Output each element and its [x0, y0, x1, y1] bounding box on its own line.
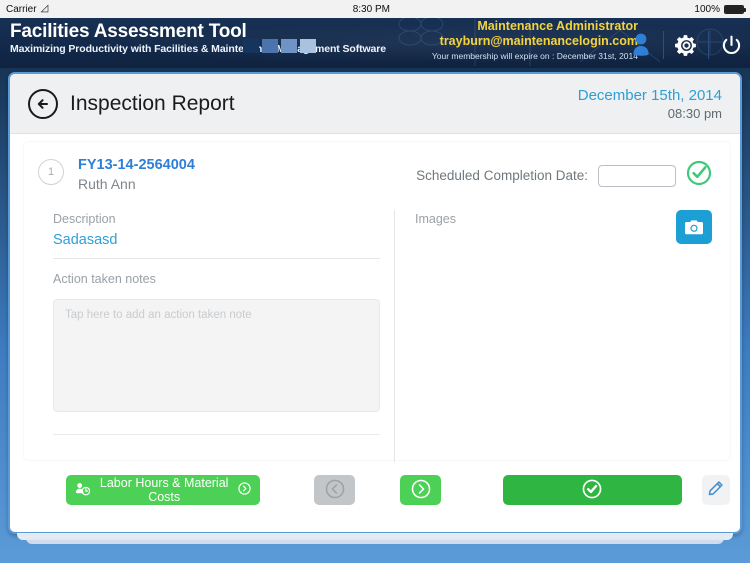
work-order-header-row: 1 FY13-14-2564004 Ruth Ann Scheduled Com…	[24, 142, 730, 194]
status-bar-clock: 8:30 PM	[352, 3, 390, 15]
battery-percent-label: 100%	[694, 3, 720, 15]
app-subtitle: Maximizing Productivity with Facilities …	[10, 43, 387, 55]
action-notes-input[interactable]	[53, 299, 380, 412]
report-time: 08:30 pm	[667, 105, 722, 121]
card-stack-shadow-2	[26, 538, 724, 544]
labor-hours-material-costs-button[interactable]: Labor Hours & Material Costs	[66, 475, 261, 505]
bottom-toolbar: Labor Hours & Material Costs	[10, 460, 740, 532]
membership-notice: Your membership will expire on : Decembe…	[431, 51, 638, 61]
header-divider-1	[663, 31, 664, 59]
header-divider-2	[708, 31, 709, 59]
sequence-badge: 1	[38, 159, 64, 185]
action-notes-label: Action taken notes	[53, 272, 156, 286]
wifi-icon: ◿	[40, 3, 49, 14]
arrow-left-circle-icon[interactable]	[28, 88, 58, 119]
detail-columns: Description Sadasasd Action taken notes …	[24, 194, 730, 462]
logo-bar-4	[300, 39, 316, 53]
page-title-bar: Inspection Report December 15th, 2014 08…	[10, 74, 740, 134]
app-title: Facilities Assessment Tool	[10, 21, 247, 42]
work-order-block: FY13-14-2564004 Ruth Ann	[78, 156, 195, 194]
logo-bar-1	[243, 39, 259, 53]
right-column: Images	[394, 210, 730, 462]
complete-inspection-button[interactable]	[503, 475, 682, 505]
logo-bar-2	[262, 39, 278, 53]
app-header: Facilities Assessment Tool Maximizing Pr…	[0, 18, 750, 68]
description-label: Description	[53, 212, 116, 226]
work-order-id[interactable]: FY13-14-2564004	[78, 156, 195, 175]
camera-icon	[685, 219, 703, 234]
labor-person-clock-icon	[75, 482, 91, 499]
next-button[interactable]	[400, 475, 442, 505]
battery-full-icon	[724, 4, 746, 14]
images-header: Images	[415, 210, 712, 244]
account-name: Maintenance Administrator	[477, 19, 638, 33]
previous-button[interactable]	[314, 475, 356, 505]
page-title: Inspection Report	[70, 91, 235, 115]
report-date: December 15th, 2014	[577, 86, 722, 104]
header-actions	[626, 30, 746, 60]
check-circle-filled-icon	[581, 478, 603, 503]
logo-bar-3	[281, 39, 297, 53]
logo-bars	[243, 39, 316, 53]
chevron-right-circle-icon	[238, 482, 252, 498]
left-column: Description Sadasasd Action taken notes	[24, 210, 394, 462]
gear-icon[interactable]	[671, 30, 701, 60]
user-icon[interactable]	[626, 30, 656, 60]
description-value[interactable]: Sadasasd	[53, 229, 380, 251]
account-block: Maintenance Administrator trayburn@maint…	[432, 19, 638, 63]
labor-button-label: Labor Hours & Material Costs	[99, 476, 229, 504]
contact-name: Ruth Ann	[78, 176, 136, 192]
inspection-card: 1 FY13-14-2564004 Ruth Ann Scheduled Com…	[24, 142, 730, 462]
account-email: trayburn@maintenancelogin.com	[439, 34, 638, 48]
chevron-right-circle-icon	[410, 478, 432, 503]
brand-block: Facilities Assessment Tool Maximizing Pr…	[10, 21, 386, 56]
check-circle-icon[interactable]	[686, 160, 712, 191]
images-label: Images	[415, 212, 456, 226]
scheduled-completion-group: Scheduled Completion Date:	[416, 156, 712, 191]
scheduled-completion-input[interactable]	[598, 164, 676, 187]
ios-status-bar: Carrier ◿ 8:30 PM 100%	[0, 0, 750, 18]
edit-button[interactable]	[701, 475, 731, 505]
camera-button[interactable]	[676, 210, 712, 244]
timestamp-block: December 15th, 2014 08:30 pm	[578, 86, 722, 122]
description-divider	[53, 258, 380, 259]
chevron-left-circle-icon	[324, 478, 346, 503]
page-container: Inspection Report December 15th, 2014 08…	[8, 72, 742, 534]
carrier-label: Carrier	[6, 3, 37, 15]
pencil-icon	[707, 480, 724, 500]
notes-divider	[53, 434, 380, 435]
scheduled-completion-label: Scheduled Completion Date:	[416, 168, 588, 183]
power-icon[interactable]	[716, 30, 746, 60]
